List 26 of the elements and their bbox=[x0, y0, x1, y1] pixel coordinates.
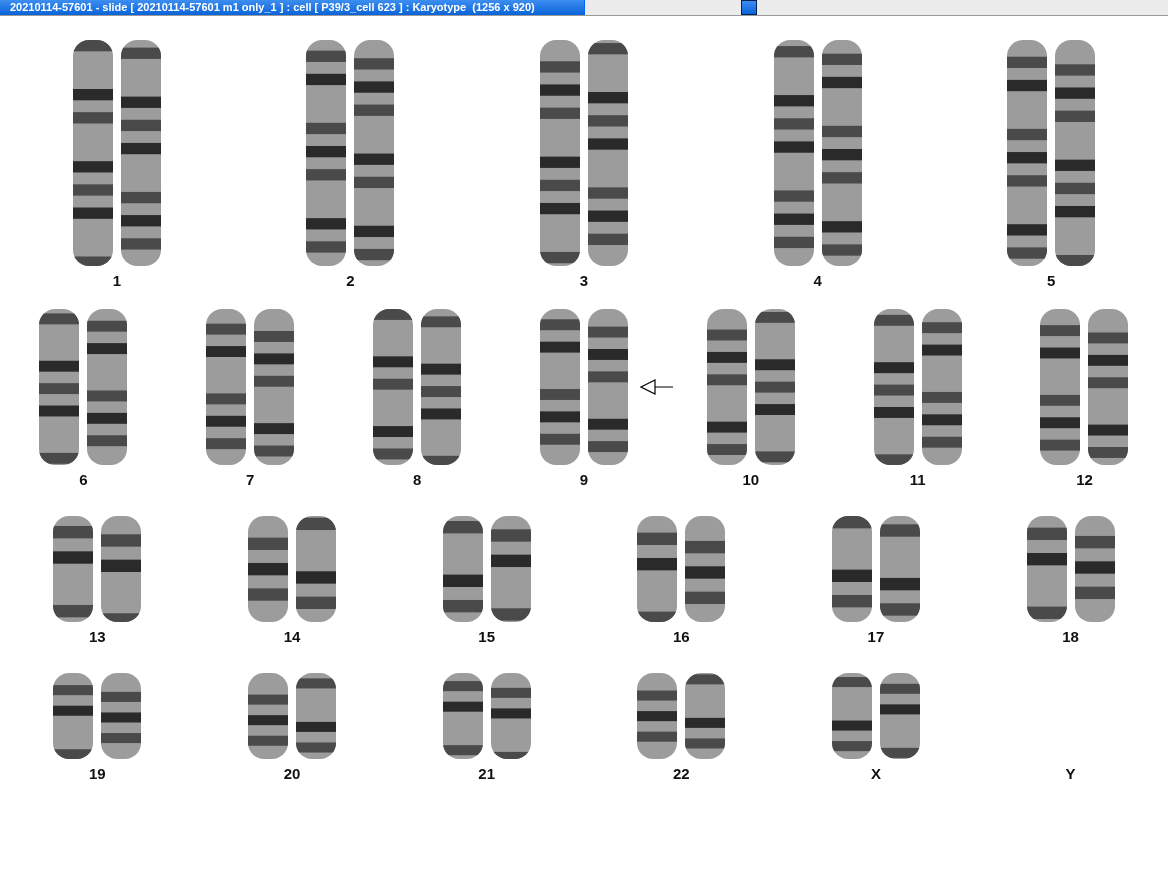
chromosome-label: 6 bbox=[79, 471, 88, 488]
chromosome-label: 13 bbox=[89, 628, 106, 645]
window-title: 20210114-57601 - slide [ 20210114-57601 m1 only_1 ] : cell [ P39/3_cell 623 ] : Karyotype (1256 x 920) bbox=[0, 0, 585, 15]
chromosome-label: 3 bbox=[579, 272, 589, 289]
chromosome-label: 22 bbox=[672, 765, 690, 782]
chromosome-label: 1 bbox=[112, 272, 121, 289]
chromosome-label: 16 bbox=[672, 628, 690, 645]
chromosome-label: 5 bbox=[1047, 272, 1056, 289]
chromosome-label: 17 bbox=[867, 628, 885, 645]
chromosome-label: 21 bbox=[478, 765, 495, 782]
chromosome-label: 19 bbox=[89, 765, 106, 782]
chromosome-label: 20 bbox=[283, 765, 301, 782]
chromosome-label: 7 bbox=[246, 471, 255, 488]
chromosome-label: 10 bbox=[742, 471, 760, 488]
chromosome-label: 15 bbox=[478, 628, 495, 645]
chromosome-label: 12 bbox=[1076, 471, 1093, 488]
chromosome-label: 8 bbox=[412, 471, 422, 488]
chromosome-label: 11 bbox=[909, 471, 926, 488]
chromosome-label: Y bbox=[1065, 765, 1076, 782]
chromosome-label: 18 bbox=[1062, 628, 1079, 645]
chromosome-label: 9 bbox=[579, 471, 589, 488]
chromosome-label: 14 bbox=[283, 628, 301, 645]
scrollbar-thumb[interactable] bbox=[741, 0, 757, 15]
chromosome-label: 4 bbox=[813, 272, 822, 289]
chromosome-label: X bbox=[870, 765, 881, 782]
chromosome-label: 2 bbox=[346, 272, 355, 289]
